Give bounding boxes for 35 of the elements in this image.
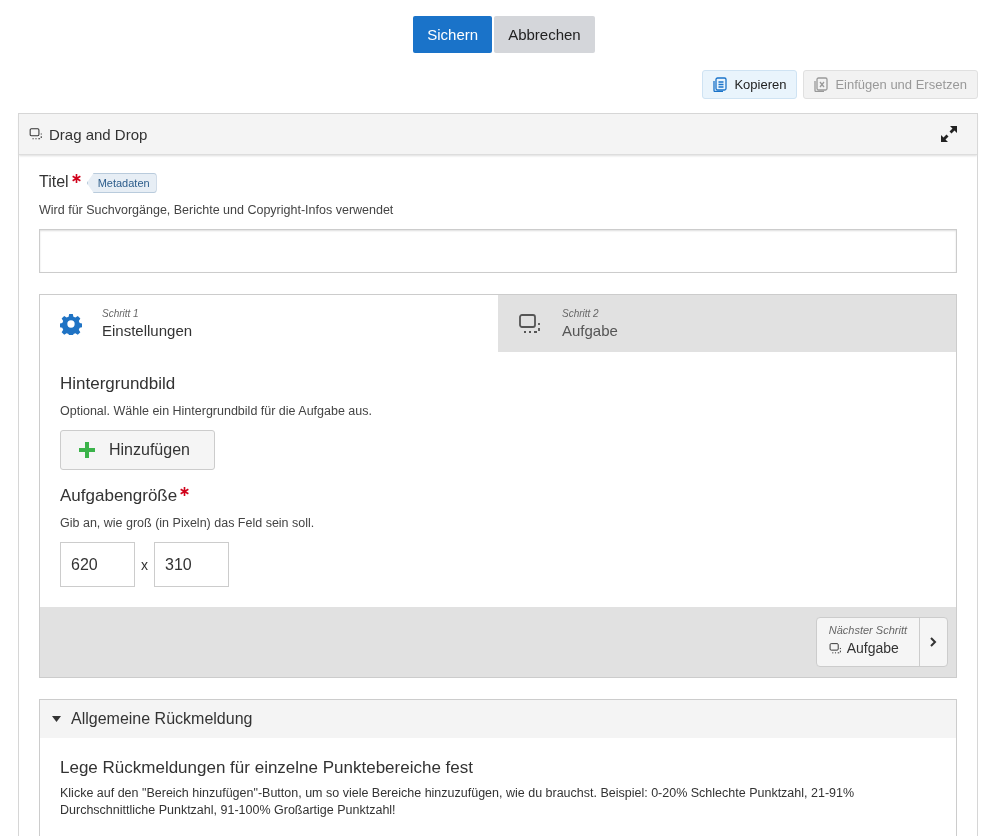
step-label: Aufgabe [562, 322, 618, 339]
drag-drop-icon [518, 311, 542, 336]
height-input[interactable]: 310 [154, 542, 229, 587]
field-description: Wird für Suchvorgänge, Berichte und Copyright-Infos verwendet [39, 203, 395, 217]
clipboard-icon [713, 77, 728, 92]
step-number: Schritt 2 [562, 308, 600, 319]
step-tab[interactable]: Schritt 2 Aufgabe [498, 295, 956, 352]
caret-icon [52, 716, 61, 722]
metadata-tag[interactable]: Metadaten [86, 173, 157, 193]
section-heading: Lege Rückmeldungen für einzelne Punktebereiche fest [60, 758, 474, 778]
drag-drop-icon [828, 641, 842, 655]
field-label: Titel [39, 173, 69, 191]
section-description: Klicke auf den "Bereich hinzufügen"-Button, um so viele Bereiche hinzuzufügen, wie du brauchst. Beispiel: 0-20% Schlechte Punktzahl, 21-91% Durchschnittliche Punktzahl, 91-100% Großartige Punktzahl! [60, 785, 856, 819]
next-step-button[interactable]: Nächster Schritt Aufgabe [815, 617, 948, 667]
feedback-header[interactable]: Allgemeine Rückmeldung [40, 700, 956, 738]
field-description: Optional. Wähle ein Hintergrundbild für die Aufgabe aus. [60, 404, 373, 418]
field-label: Aufgabengröße [60, 486, 178, 506]
add-button[interactable]: Hinzufügen [60, 430, 215, 470]
chevron-right-icon [930, 637, 937, 647]
copy-button[interactable]: Kopieren [702, 70, 798, 99]
drag-drop-icon [29, 127, 43, 141]
field-description: Gib an, wie groß (in Pixeln) das Feld sein soll. [60, 516, 316, 530]
section-heading: Hintergrundbild [60, 374, 177, 394]
panel-title: Drag and Drop [49, 125, 149, 143]
width-input[interactable]: 620 [60, 542, 135, 587]
step-label: Einstellungen [102, 322, 193, 339]
secondary-button[interactable]: Abbrechen [494, 16, 595, 53]
step-number: Schritt 1 [102, 308, 140, 319]
expand-icon[interactable] [939, 124, 959, 144]
plus-icon [79, 442, 95, 458]
gear-icon [60, 312, 82, 335]
clipboard-icon [814, 77, 829, 92]
primary-button[interactable]: Sichern [413, 16, 493, 53]
times-sign: x [141, 556, 148, 573]
title-input[interactable] [39, 229, 957, 273]
